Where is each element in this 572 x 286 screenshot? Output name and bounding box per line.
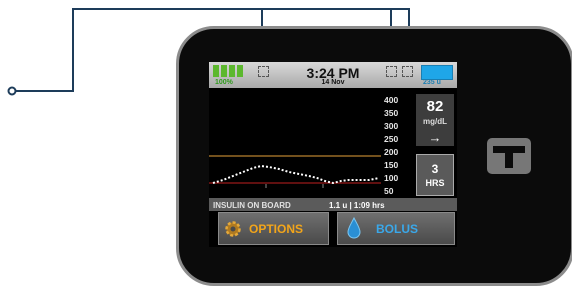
bolus-label: BOLUS (376, 222, 418, 236)
status-placeholder-icon-3 (402, 66, 413, 77)
battery-icon (213, 65, 243, 77)
tandem-logo (487, 138, 531, 174)
gear-icon (225, 221, 241, 237)
options-label: OPTIONS (249, 222, 304, 236)
insulin-units: 235 u (423, 79, 441, 86)
arrow-right-icon: → (428, 130, 442, 145)
bg-unit: mg/dL (423, 117, 447, 126)
y-tick-150: 150 (384, 160, 399, 170)
cgm-graph (209, 155, 381, 188)
y-tick-50: 50 (384, 186, 394, 196)
iob-label: INSULIN ON BOARD (213, 201, 291, 210)
y-tick-400: 400 (384, 95, 399, 105)
cgm-trace (212, 164, 380, 185)
battery-percent: 100% (215, 79, 233, 86)
drop-icon (347, 217, 361, 239)
graph-hours-number: 3 (431, 162, 439, 176)
clock-date: 14 Nov (321, 79, 345, 86)
y-tick-200: 200 (384, 147, 399, 157)
pump-screen: 100% 3:24 PM 14 Nov 235 u 400 350 300 25… (209, 62, 457, 247)
status-placeholder-icon-2 (386, 66, 397, 77)
insulin-level-icon (421, 65, 453, 80)
callout-origin-dot (7, 86, 17, 96)
bg-value: 82 (426, 98, 444, 115)
iob-value: 1.1 u | 1:09 hrs (329, 201, 385, 210)
y-tick-250: 250 (384, 134, 399, 144)
y-tick-300: 300 (384, 121, 399, 131)
y-tick-350: 350 (384, 108, 399, 118)
graph-hours-label: HRS (425, 178, 445, 188)
y-tick-100: 100 (384, 173, 399, 183)
status-placeholder-icon (258, 66, 269, 77)
